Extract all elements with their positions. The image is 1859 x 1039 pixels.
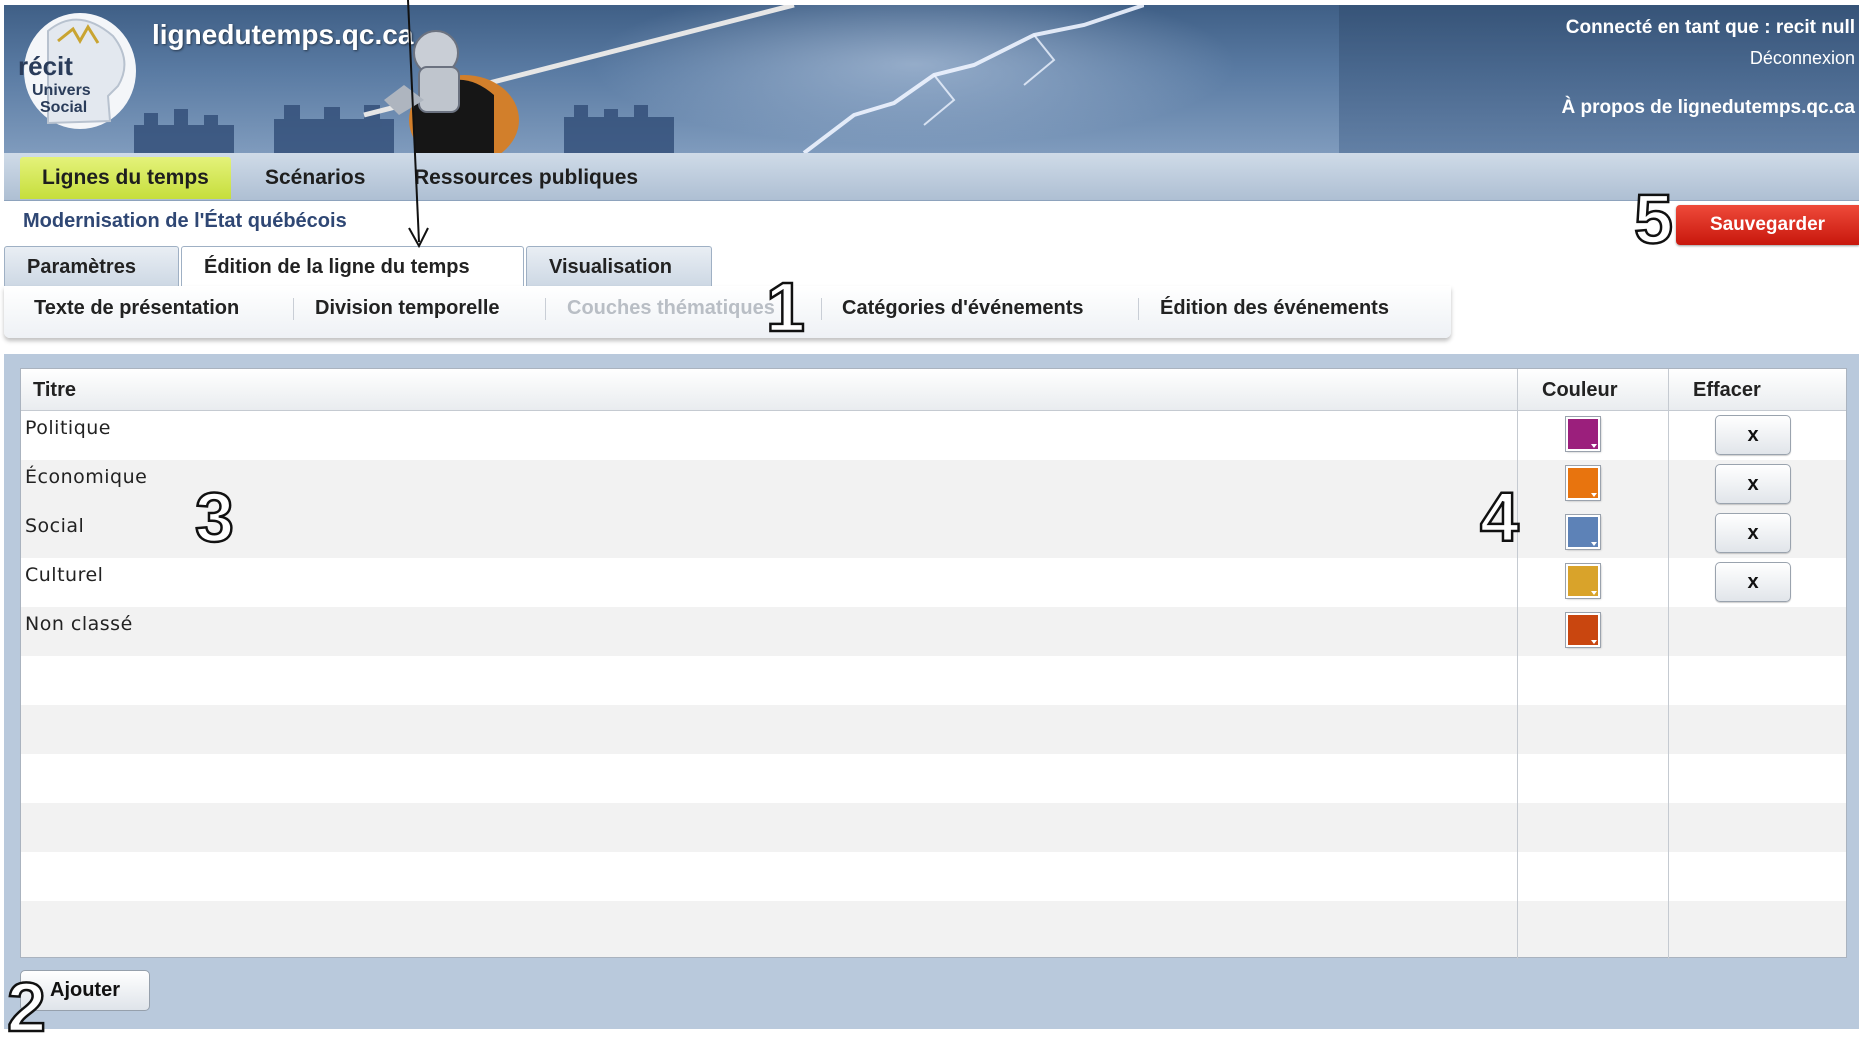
annotation-number: 1 (765, 268, 806, 346)
annotation-number: 2 (6, 968, 47, 1039)
annotation-number: 3 (194, 478, 235, 556)
annotation-arrow (407, 0, 429, 249)
annotation-number: 4 (1479, 478, 1520, 556)
annotation-number: 5 (1633, 180, 1674, 258)
